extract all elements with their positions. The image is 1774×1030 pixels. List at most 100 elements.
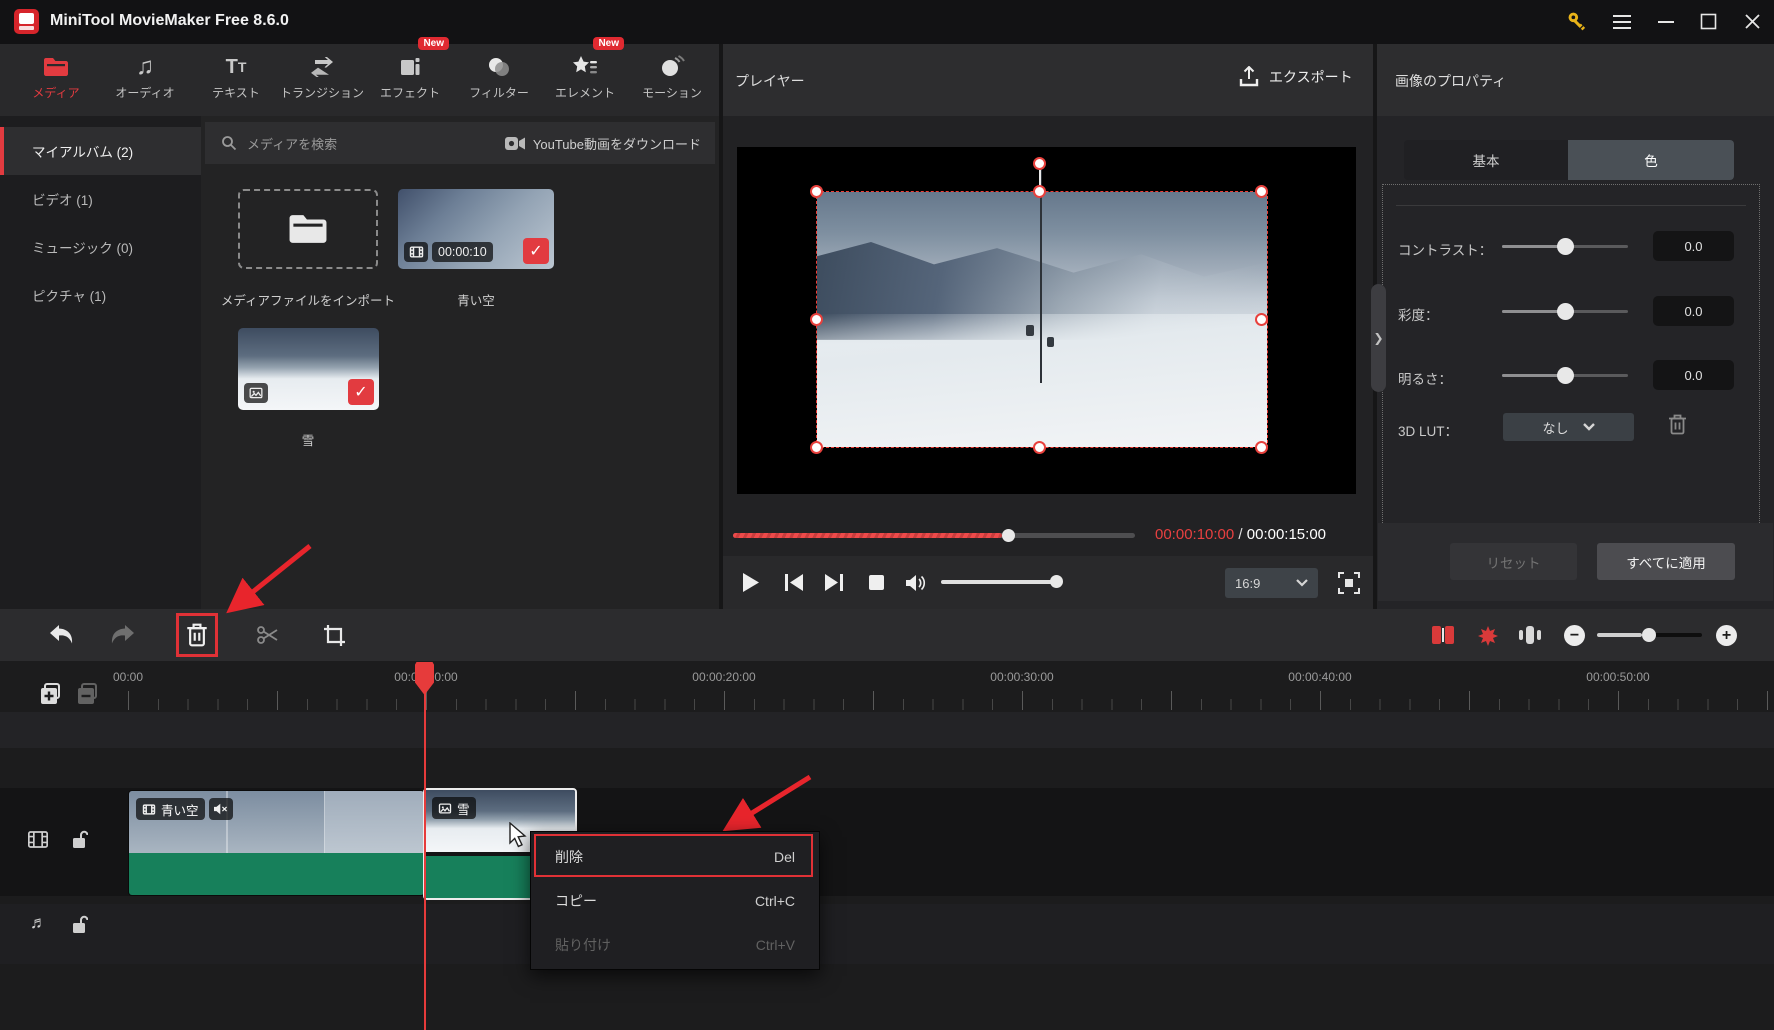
fit-timeline-icon[interactable] [1510,609,1550,661]
audio-track-lock-icon[interactable] [72,915,88,934]
split-scissors-button[interactable] [246,609,290,661]
tab-effect[interactable]: New エフェクト [364,44,456,116]
text-icon: TT [190,54,282,80]
zoom-out-button[interactable]: − [1564,625,1585,646]
aspect-ratio-dropdown[interactable]: 16:9 [1225,568,1318,598]
close-button[interactable] [1744,13,1766,33]
tab-transition[interactable]: トランジション [276,44,368,116]
video-track-lock-icon[interactable] [72,830,88,849]
lut-dropdown[interactable]: なし [1503,413,1634,441]
skip-to-end-button[interactable] [819,556,849,609]
volume-slider[interactable] [941,580,1059,584]
media-search-bar[interactable]: メディアを検索 YouTube動画をダウンロード [205,122,715,164]
maximize-button[interactable] [1700,13,1722,33]
undo-button[interactable] [40,609,84,661]
import-media-card[interactable] [238,189,378,269]
skip-to-start-button[interactable] [779,556,809,609]
selection-bounding-box[interactable] [816,191,1268,448]
folder-icon [288,213,328,245]
tab-basic[interactable]: 基本 [1404,140,1568,180]
redo-button[interactable] [100,609,144,661]
ruler-label: 00:00:30:00 [990,670,1053,684]
lut-delete-icon[interactable] [1668,414,1687,435]
license-key-icon[interactable] [1566,10,1588,30]
timeline-band [0,712,1774,748]
seek-bar[interactable] [733,533,1135,538]
tab-audio[interactable]: ♫ オーディオ [99,44,191,116]
minimize-button[interactable] [1657,20,1679,40]
tab-filter[interactable]: フィルター [453,44,545,116]
timeline-zoom-thumb[interactable] [1642,628,1656,642]
delete-clip-button[interactable] [175,609,219,661]
rotation-handle[interactable] [1033,157,1046,170]
crop-button[interactable] [312,609,356,661]
volume-icon[interactable] [901,556,931,609]
ruler-label: 00:00:20:00 [692,670,755,684]
volume-thumb[interactable] [1050,575,1063,588]
player-title: プレイヤー [735,71,805,91]
sidebar-item-video[interactable]: ビデオ (1) [0,175,201,223]
import-card-label: メディアファイルをインポート [221,290,395,309]
resize-handle-s[interactable] [1033,441,1046,454]
media-duration-badge: 00:00:10 [432,242,493,262]
ruler-label: 00:00 [113,670,143,684]
brightness-slider[interactable] [1502,374,1628,377]
lut-label: 3D LUT： [1398,420,1458,440]
export-button[interactable]: エクスポート [1239,66,1353,88]
selected-check-icon: ✓ [523,238,549,264]
contrast-slider[interactable] [1502,245,1628,248]
contrast-value[interactable]: 0.0 [1653,231,1734,261]
timeline-zoom-slider[interactable] [1597,633,1702,637]
menu-hamburger-icon[interactable] [1612,14,1634,34]
sidebar-item-picture[interactable]: ピクチャ (1) [0,271,201,319]
resize-handle-ne[interactable] [1255,185,1268,198]
film-icon [404,242,428,262]
freeze-frame-red-icon[interactable] [1468,609,1508,661]
tab-color[interactable]: 色 [1568,140,1734,180]
tab-motion[interactable]: モーション [626,44,718,116]
resize-handle-w[interactable] [810,313,823,326]
zoom-in-button[interactable]: + [1716,625,1737,646]
contrast-slider-thumb[interactable] [1557,238,1574,255]
transition-arrows-icon [276,54,368,80]
media-folder-icon [10,54,102,80]
tab-element[interactable]: New エレメント [539,44,631,116]
brightness-value[interactable]: 0.0 [1653,360,1734,390]
reset-button[interactable]: リセット [1450,543,1577,580]
remove-track-icon[interactable] [77,683,99,705]
sidebar-item-my-album[interactable]: マイアルバム (2) [0,127,201,175]
resize-handle-n[interactable] [1033,185,1046,198]
resize-handle-nw[interactable] [810,185,823,198]
saturation-slider-thumb[interactable] [1557,303,1574,320]
resize-handle-sw[interactable] [810,441,823,454]
menu-item-paste: 貼り付け Ctrl+V [531,924,819,966]
contrast-label: コントラスト： [1398,239,1492,259]
play-button[interactable] [735,556,765,609]
brightness-slider-thumb[interactable] [1557,367,1574,384]
fullscreen-button[interactable] [1338,572,1360,594]
sidebar-item-music[interactable]: ミュージック (0) [0,223,201,271]
youtube-download-link[interactable]: YouTube動画をダウンロード [533,134,701,153]
stop-button[interactable] [861,556,891,609]
media-item-label: 雪 [302,430,315,449]
panel-collapse-handle[interactable]: ❯ [1371,284,1386,392]
media-item-snow[interactable]: ✓ [238,328,379,410]
ruler-label: 00:00:40:00 [1288,670,1351,684]
resize-handle-se[interactable] [1255,441,1268,454]
timeline-clip-blue-sky[interactable]: 青い空 [128,790,425,896]
video-track-icon [28,831,48,848]
menu-item-copy[interactable]: コピー Ctrl+C [531,880,819,922]
saturation-value[interactable]: 0.0 [1653,296,1734,326]
media-item-label: 青い空 [457,290,495,309]
tab-media[interactable]: メディア [10,44,102,116]
saturation-slider[interactable] [1502,310,1628,313]
tab-text[interactable]: TT テキスト [190,44,282,116]
album-sidebar: マイアルバム (2) ビデオ (1) ミュージック (0) ピクチャ (1) [0,116,201,609]
add-track-icon[interactable] [40,683,62,705]
timeline-ruler[interactable] [0,691,1774,710]
apply-all-button[interactable]: すべてに適用 [1597,543,1735,580]
resize-handle-e[interactable] [1255,313,1268,326]
new-badge: New [418,37,449,50]
media-item-blue-sky[interactable]: 00:00:10 ✓ [398,189,554,269]
split-clip-red-icon[interactable] [1423,609,1463,661]
